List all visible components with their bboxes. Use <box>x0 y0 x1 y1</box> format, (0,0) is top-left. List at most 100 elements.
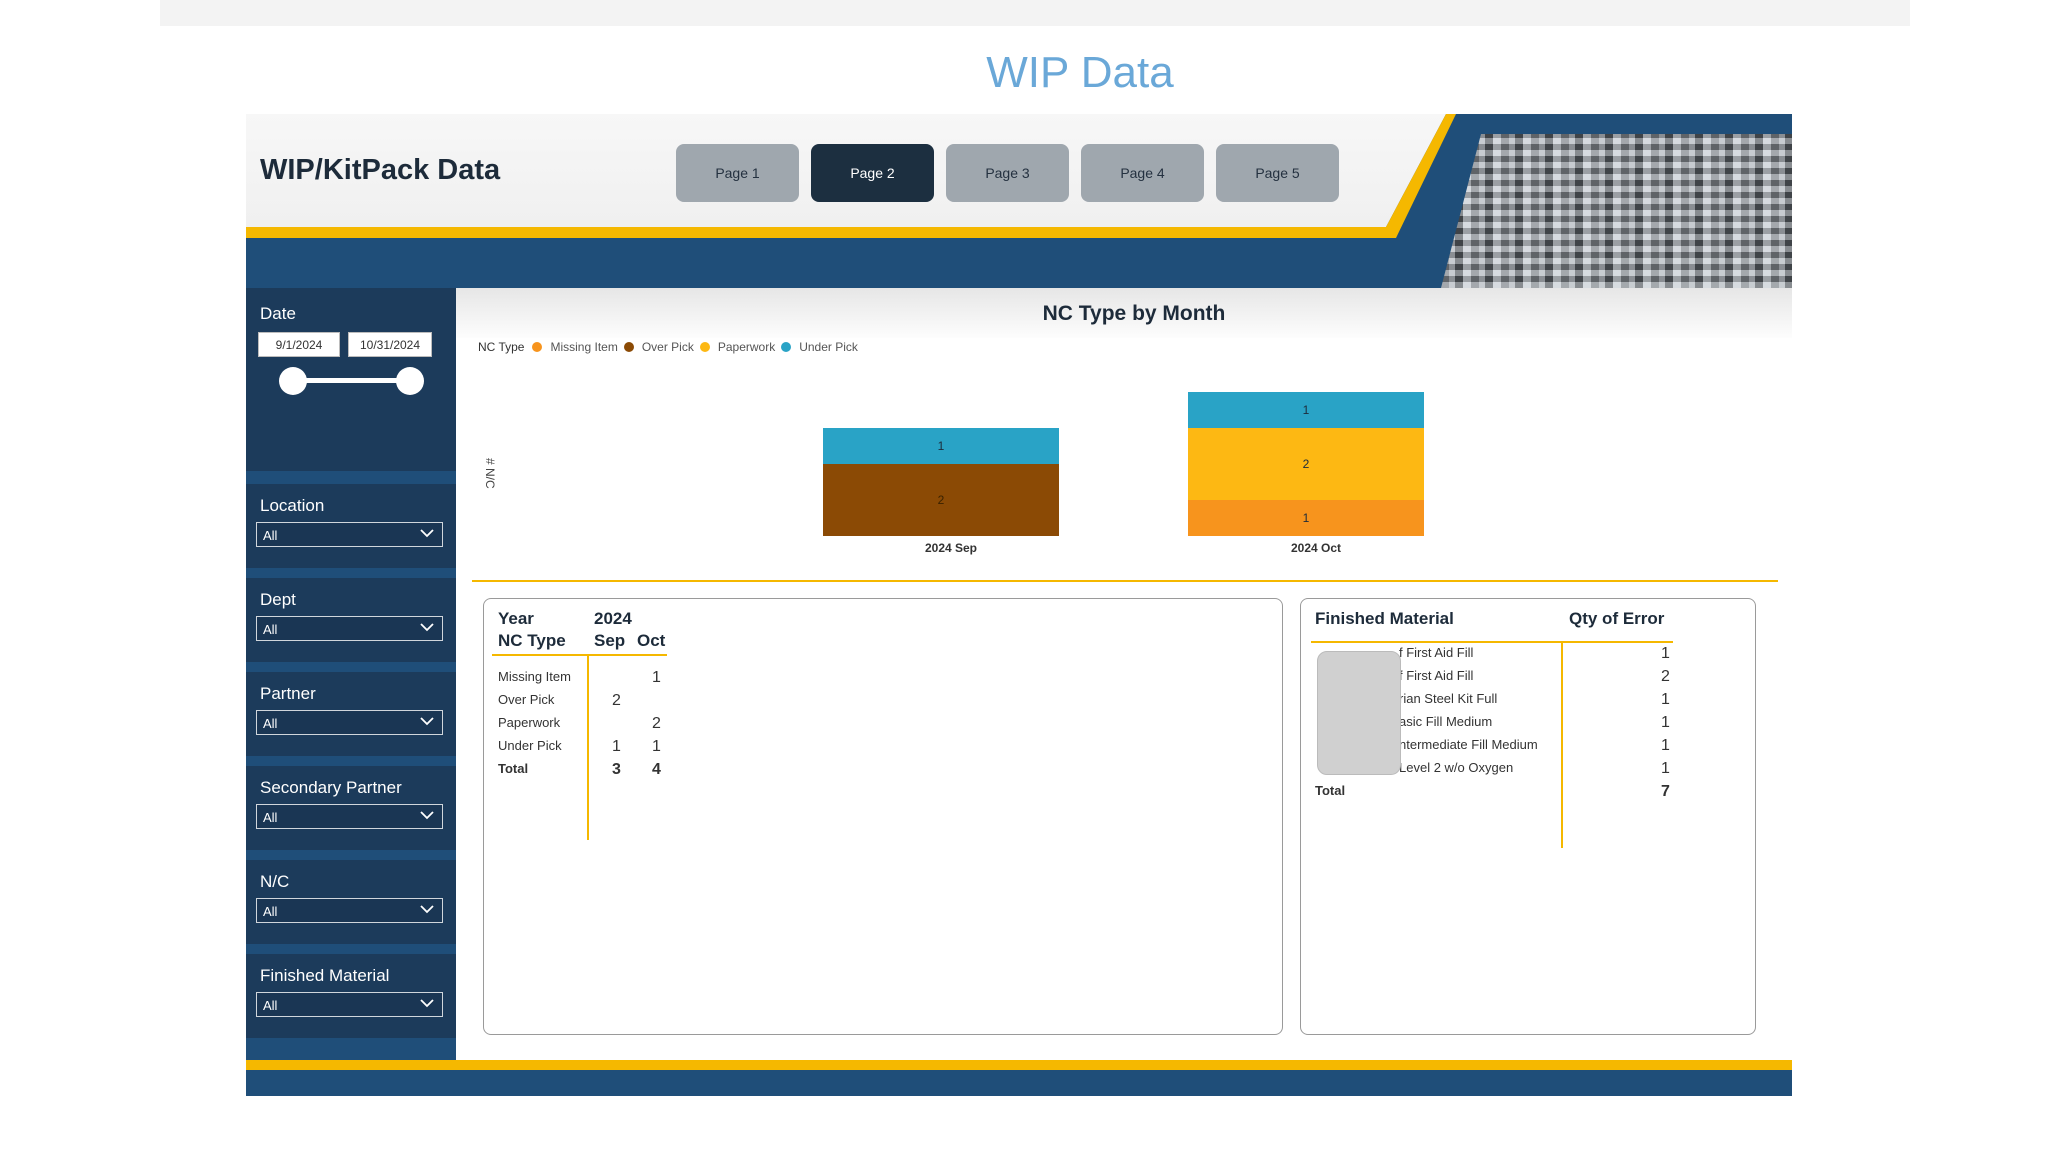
material-row-label: Level 2 w/o Oxygen <box>1399 760 1514 775</box>
matrix-row-label: Missing Item <box>498 669 571 684</box>
matrix-row-header: NC Type <box>498 631 566 650</box>
chevron-down-icon <box>420 529 434 538</box>
filter-sidebar: Date 9/1/2024 10/31/2024 Location All De… <box>246 288 456 1073</box>
material-row-qty: 1 <box>1661 714 1670 731</box>
secondary-partner-value: All <box>263 810 278 825</box>
dept-filter: Dept All <box>246 578 456 662</box>
bar-data-label: 2 <box>1303 457 1310 471</box>
report-title: WIP/KitPack Data <box>260 154 501 186</box>
nc-filter: N/C All <box>246 860 456 944</box>
material-total-label: Total <box>1315 783 1346 798</box>
y-axis-label: # N/C <box>483 458 497 489</box>
x-tick-label: 2024 Sep <box>925 541 977 555</box>
tab-page-3[interactable]: Page 3 <box>946 144 1069 202</box>
finished-material-card: Finished Material Qty of Error f First A… <box>1300 598 1756 1035</box>
nc-dropdown[interactable]: All <box>256 898 443 923</box>
page-title: WIP Data <box>986 48 1174 97</box>
redaction-block <box>1317 651 1401 775</box>
location-filter: Location All <box>246 484 456 568</box>
chevron-down-icon <box>420 623 434 632</box>
material-row-label: ntermediate Fill Medium <box>1399 737 1538 752</box>
nc-type-chart: # N/C 2 1 2024 Sep 1 2 1 2024 Oct <box>483 392 1424 555</box>
finished-material-label: Finished Material <box>260 966 390 985</box>
matrix-total-label: Total <box>498 761 529 776</box>
dept-label: Dept <box>260 590 296 609</box>
secondary-partner-label: Secondary Partner <box>260 778 402 797</box>
matrix-col-oct: Oct <box>637 631 666 650</box>
secondary-partner-dropdown[interactable]: All <box>256 804 443 829</box>
dept-value: All <box>263 622 278 637</box>
material-row-qty: 1 <box>1661 760 1670 777</box>
material-total-qty: 7 <box>1661 783 1670 800</box>
finished-material-dropdown[interactable]: All <box>256 992 443 1017</box>
page-tabs: Page 1 Page 2 Page 3 Page 4 Page 5 <box>676 144 1339 202</box>
section-divider <box>472 580 1778 582</box>
matrix-cell: 1 <box>652 738 661 755</box>
material-row-label: f First Aid Fill <box>1399 645 1474 660</box>
tab-page-4[interactable]: Page 4 <box>1081 144 1204 202</box>
matrix-row-label: Over Pick <box>498 692 555 707</box>
matrix-cell: 1 <box>612 738 621 755</box>
finished-material-value: All <box>263 998 278 1013</box>
nc-value: All <box>263 904 278 919</box>
chevron-down-icon <box>420 717 434 726</box>
material-row-qty: 1 <box>1661 691 1670 708</box>
partner-filter: Partner All <box>246 672 456 756</box>
finished-material-filter: Finished Material All <box>246 954 456 1038</box>
tab-page-1[interactable]: Page 1 <box>676 144 799 202</box>
partner-dropdown[interactable]: All <box>256 710 443 735</box>
date-slider-track[interactable] <box>293 378 410 383</box>
location-dropdown[interactable]: All <box>256 522 443 547</box>
footer-bar <box>246 1070 1792 1096</box>
matrix-cell: 1 <box>652 669 661 686</box>
date-end-input[interactable]: 10/31/2024 <box>348 332 432 357</box>
partner-value: All <box>263 716 278 731</box>
material-row-label: asic Fill Medium <box>1399 714 1493 729</box>
matrix-cell: 2 <box>612 692 621 709</box>
matrix-total-oct: 4 <box>652 761 661 778</box>
tab-page-2[interactable]: Page 2 <box>811 144 934 202</box>
bar-data-label: 1 <box>1303 511 1310 525</box>
matrix-year-value: 2024 <box>594 609 632 628</box>
warehouse-photo <box>1441 134 1792 288</box>
chart-title: NC Type by Month <box>1042 302 1226 325</box>
chevron-down-icon <box>420 811 434 820</box>
partner-label: Partner <box>260 684 316 703</box>
date-slider-start-handle[interactable] <box>279 367 307 395</box>
matrix-col-rule <box>587 656 589 840</box>
material-row-qty: 1 <box>1661 737 1670 754</box>
material-row-qty: 1 <box>1661 645 1670 662</box>
location-label: Location <box>260 496 325 515</box>
matrix-total-sep: 3 <box>612 761 621 778</box>
material-col-header: Finished Material <box>1315 609 1454 628</box>
footer-yellow-stripe <box>246 1060 1792 1070</box>
date-filter: Date 9/1/2024 10/31/2024 <box>246 288 456 471</box>
date-label: Date <box>260 304 296 323</box>
matrix-year-label: Year <box>498 609 534 628</box>
material-row-label: rian Steel Kit Full <box>1399 691 1498 706</box>
dept-dropdown[interactable]: All <box>256 616 443 641</box>
secondary-partner-filter: Secondary Partner All <box>246 766 456 850</box>
material-row-qty: 2 <box>1661 668 1670 685</box>
header-banner: WIP/KitPack Data Page 1 Page 2 Page 3 Pa… <box>246 114 1792 288</box>
material-row-label: f First Aid Fill <box>1399 668 1474 683</box>
date-start-input[interactable]: 9/1/2024 <box>258 332 340 357</box>
matrix-row-label: Paperwork <box>498 715 561 730</box>
location-value: All <box>263 528 278 543</box>
x-tick-label: 2024 Oct <box>1291 541 1341 555</box>
matrix-header-rule <box>492 654 667 656</box>
nc-matrix-card: Year 2024 NC Type Sep Oct Missing Item 1… <box>483 598 1283 1035</box>
date-slider-end-handle[interactable] <box>396 367 424 395</box>
report-canvas: WIP/KitPack Data Page 1 Page 2 Page 3 Pa… <box>246 114 1792 1107</box>
bar-data-label: 1 <box>1303 403 1310 417</box>
bar-data-label: 1 <box>938 439 945 453</box>
qty-col-header: Qty of Error <box>1569 609 1665 628</box>
chevron-down-icon <box>420 905 434 914</box>
matrix-row-label: Under Pick <box>498 738 562 753</box>
nc-label: N/C <box>260 872 290 891</box>
material-header-rule <box>1311 641 1673 643</box>
browser-top-strip <box>160 0 1910 26</box>
tab-page-5[interactable]: Page 5 <box>1216 144 1339 202</box>
bar-data-label: 2 <box>938 493 945 507</box>
matrix-cell: 2 <box>652 715 661 732</box>
